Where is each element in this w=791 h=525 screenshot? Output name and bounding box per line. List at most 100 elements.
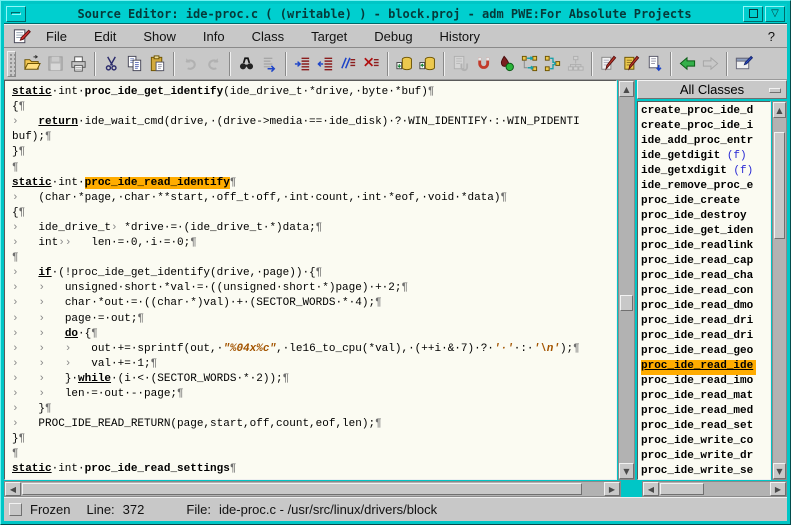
menu-info[interactable]: Info [203, 29, 225, 44]
back-button[interactable] [676, 51, 699, 77]
editor-hscrollbar[interactable]: ◀ ▶ [4, 481, 621, 497]
parse-button[interactable] [449, 51, 472, 77]
list-item[interactable]: proc_ide_read_dri [641, 330, 770, 345]
list-item[interactable]: create_proc_ide_d [641, 105, 770, 120]
parse-icon [451, 54, 470, 73]
scroll-right-icon[interactable]: ▶ [770, 482, 786, 496]
list-item[interactable]: proc_ide_read_cap [641, 255, 770, 270]
comment-icon [339, 54, 358, 73]
outdent-button[interactable] [314, 51, 337, 77]
scroll-down-icon[interactable]: ▼ [773, 463, 786, 479]
list-item[interactable]: proc_ide_destroy [641, 210, 770, 225]
merge-tree-button[interactable] [541, 51, 564, 77]
maximize-button[interactable] [743, 6, 763, 22]
save-icon [46, 54, 65, 73]
expand-tree-button[interactable] [518, 51, 541, 77]
export-doc-button[interactable] [643, 51, 666, 77]
scroll-up-icon[interactable]: ▲ [773, 102, 786, 118]
goto-line-button[interactable] [258, 51, 281, 77]
window-shade-button[interactable]: ▽ [765, 6, 785, 22]
list-item[interactable]: proc_ide_write_co [641, 435, 770, 450]
editor-hscroll-thumb[interactable] [22, 483, 582, 495]
list-item[interactable]: ide_getdigit (f) [641, 150, 770, 165]
undo-button[interactable] [179, 51, 202, 77]
print-button[interactable] [67, 51, 90, 77]
classes-vscrollbar[interactable]: ▲ ▼ [772, 101, 787, 480]
class-scope-label: All Classes [680, 82, 744, 97]
save-button[interactable] [44, 51, 67, 77]
find-button[interactable] [235, 51, 258, 77]
checkin-button[interactable] [416, 51, 439, 77]
editor-vscroll-thumb[interactable] [620, 295, 633, 311]
list-item[interactable]: ide_remove_proc_e [641, 180, 770, 195]
uncomment-icon [362, 54, 381, 73]
hierarchy-button[interactable] [564, 51, 587, 77]
editor-vscroll-track[interactable] [619, 97, 634, 463]
freeze-toggle[interactable] [9, 503, 22, 516]
comment-button[interactable] [337, 51, 360, 77]
menu-edit[interactable]: Edit [94, 29, 116, 44]
checkout-button[interactable] [393, 51, 416, 77]
scroll-left-icon[interactable]: ◀ [643, 482, 659, 496]
properties-button[interactable] [732, 51, 755, 77]
classes-hscroll-thumb[interactable] [660, 483, 704, 495]
class-scope-select[interactable]: All Classes [637, 80, 787, 99]
redo-button[interactable] [202, 51, 225, 77]
classes-hscroll-track[interactable] [659, 482, 770, 496]
scroll-down-icon[interactable]: ▼ [619, 463, 634, 479]
menu-history[interactable]: History [440, 29, 480, 44]
scroll-left-icon[interactable]: ◀ [5, 482, 21, 496]
toolbar-separator [173, 52, 175, 76]
list-item[interactable]: proc_ide_read_med [641, 405, 770, 420]
menu-file[interactable]: File [46, 29, 67, 44]
list-item[interactable]: proc_ide_write_se [641, 465, 770, 480]
list-item[interactable]: proc_ide_read_ide [641, 360, 756, 375]
toolbar-separator [670, 52, 672, 76]
sign-button[interactable] [597, 51, 620, 77]
classes-vscroll-thumb[interactable] [774, 132, 785, 239]
list-item[interactable]: proc_ide_readlink [641, 240, 770, 255]
menu-show[interactable]: Show [143, 29, 176, 44]
sniff-button[interactable] [495, 51, 518, 77]
copy-button[interactable] [123, 51, 146, 77]
editor-hscroll-track[interactable] [21, 482, 604, 496]
list-item[interactable]: ide_add_proc_entr [641, 135, 770, 150]
list-item[interactable]: proc_ide_get_iden [641, 225, 770, 240]
editor-vscrollbar[interactable]: ▲ ▼ [618, 80, 635, 480]
paste-button[interactable] [146, 51, 169, 77]
uncomment-button[interactable] [360, 51, 383, 77]
list-item[interactable]: create_proc_ide_i [641, 120, 770, 135]
forward-button[interactable] [699, 51, 722, 77]
menu-debug[interactable]: Debug [374, 29, 412, 44]
menu-target[interactable]: Target [311, 29, 347, 44]
list-item[interactable]: proc_ide_read_mat [641, 390, 770, 405]
list-item[interactable]: proc_ide_read_set [641, 420, 770, 435]
scroll-right-icon[interactable]: ▶ [604, 482, 620, 496]
indent-button[interactable] [291, 51, 314, 77]
list-item[interactable]: proc_ide_read_cha [641, 270, 770, 285]
code-editor[interactable]: ¶static·int·proc_ide_get_identify(ide_dr… [4, 80, 617, 480]
cut-button[interactable] [100, 51, 123, 77]
line-label: Line: [86, 502, 114, 517]
menu-class[interactable]: Class [252, 29, 285, 44]
class-list[interactable]: create_proc_ide_dcreate_proc_ide_iide_ad… [637, 101, 771, 480]
list-item[interactable]: proc_ide_read_geo [641, 345, 770, 360]
help-menu[interactable]: ? [768, 29, 779, 44]
classes-vscroll-track[interactable] [773, 118, 786, 463]
list-item[interactable]: proc_ide_read_con [641, 285, 770, 300]
list-item[interactable]: proc_ide_read_dri [641, 315, 770, 330]
list-item[interactable]: proc_ide_read_dmo [641, 300, 770, 315]
magnet-button[interactable] [472, 51, 495, 77]
list-item[interactable]: proc_ide_read_imo [641, 375, 770, 390]
list-item[interactable]: proc_ide_create [641, 195, 770, 210]
open-file-button[interactable] [21, 51, 44, 77]
toolbar-grip[interactable] [7, 51, 16, 77]
copy-icon [125, 54, 144, 73]
classes-hscrollbar[interactable]: ◀ ▶ [642, 481, 787, 497]
list-item[interactable]: proc_ide_write_dr [641, 450, 770, 465]
window-menu-button[interactable] [6, 6, 26, 22]
list-item[interactable]: ide_getxdigit (f) [641, 165, 770, 180]
sign-edit-button[interactable] [620, 51, 643, 77]
merge-tree-icon [543, 54, 562, 73]
scroll-up-icon[interactable]: ▲ [619, 81, 634, 97]
